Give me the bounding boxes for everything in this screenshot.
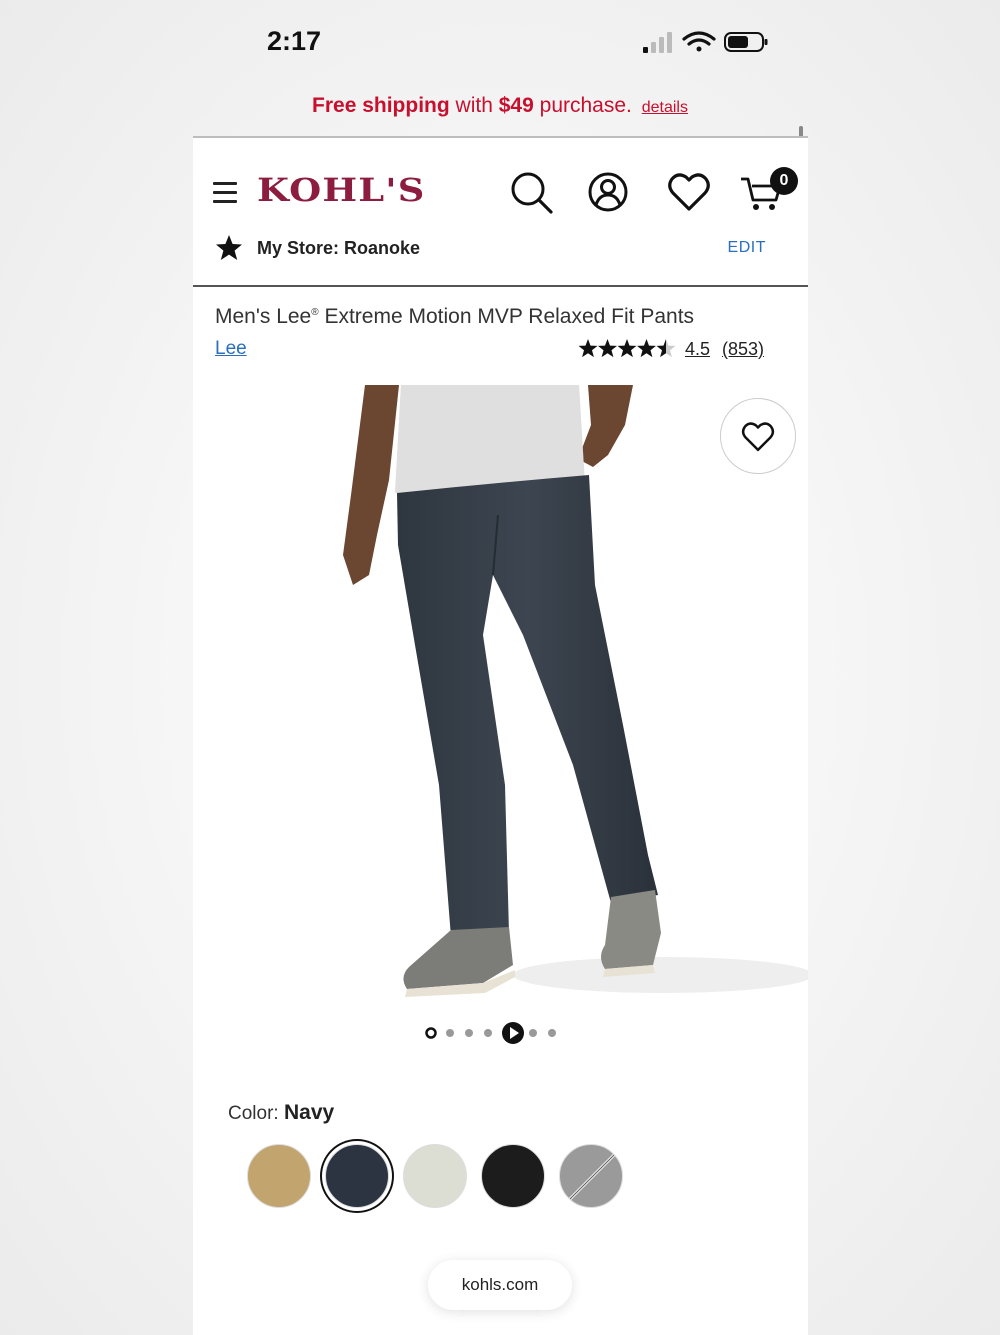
promo-purchase: purchase. xyxy=(539,94,632,117)
product-title: Men's Lee® Extreme Motion MVP Relaxed Fi… xyxy=(215,305,694,329)
carousel-dot[interactable] xyxy=(446,1029,454,1037)
browser-url-bar[interactable]: kohls.com xyxy=(428,1260,572,1310)
brand-link[interactable]: Lee xyxy=(215,338,247,360)
cart-count-badge: 0 xyxy=(770,167,798,195)
menu-icon[interactable] xyxy=(213,182,237,203)
heart-icon xyxy=(741,422,775,452)
color-label: Color: Navy xyxy=(228,1101,334,1125)
site-header: KOHL'S xyxy=(193,166,808,222)
header-divider xyxy=(193,285,808,287)
account-icon[interactable] xyxy=(584,168,632,216)
color-swatch-gray-unavailable[interactable] xyxy=(559,1144,623,1208)
product-image[interactable] xyxy=(193,385,808,1005)
page-content: KOHL'S 0 My Store: Roanoke EDIT Men's Le… xyxy=(193,136,808,1335)
rating-star xyxy=(617,339,637,358)
color-selected-name: Navy xyxy=(283,1101,335,1124)
registered-mark: ® xyxy=(311,307,319,318)
carousel-dot[interactable] xyxy=(484,1029,492,1037)
rating-star xyxy=(578,339,598,358)
status-icons xyxy=(643,31,768,53)
color-swatch-navy[interactable] xyxy=(325,1144,389,1208)
battery-icon xyxy=(724,32,768,52)
kohls-logo[interactable]: KOHL'S xyxy=(257,171,425,209)
store-edit-link[interactable]: EDIT xyxy=(728,239,766,257)
color-swatch-stone[interactable] xyxy=(403,1144,467,1208)
carousel-dot[interactable] xyxy=(465,1029,473,1037)
rating-star xyxy=(637,339,656,358)
my-store-label: My Store: Roanoke xyxy=(257,238,421,258)
search-icon[interactable] xyxy=(507,168,555,216)
carousel-dot[interactable] xyxy=(548,1029,556,1037)
promo-with: with xyxy=(455,94,493,117)
color-swatch-black[interactable] xyxy=(481,1144,545,1208)
cellular-signal-icon xyxy=(643,32,672,53)
rating-stars[interactable] xyxy=(578,338,678,360)
status-time: 2:17 xyxy=(267,26,322,56)
wishlist-icon[interactable] xyxy=(665,168,713,216)
rating-value[interactable]: 4.5 xyxy=(685,339,710,360)
star-icon xyxy=(216,235,242,260)
product-title-brand: Men's Lee xyxy=(215,305,312,328)
color-swatch-khaki[interactable] xyxy=(247,1144,311,1208)
promo-details-link[interactable]: details xyxy=(642,99,688,116)
promo-free-shipping: Free shipping xyxy=(312,94,450,117)
carousel-video-dot[interactable] xyxy=(502,1022,524,1044)
product-title-rest: Extreme Motion MVP Relaxed Fit Pants xyxy=(318,305,695,328)
carousel-dot[interactable] xyxy=(425,1027,437,1039)
rating-star xyxy=(656,339,676,358)
review-count[interactable]: (853) xyxy=(722,339,764,360)
promo-banner: Free shipping with $49 purchase. details xyxy=(0,94,1000,118)
carousel-dot[interactable] xyxy=(529,1029,537,1037)
wifi-icon xyxy=(682,31,716,52)
my-store-row: My Store: Roanoke EDIT xyxy=(193,234,808,264)
add-to-wishlist-button[interactable] xyxy=(720,398,796,474)
promo-amount: $49 xyxy=(498,94,534,117)
rating-star xyxy=(598,339,617,358)
color-label-prefix: Color: xyxy=(228,1103,279,1124)
unavailable-slash-icon xyxy=(568,1153,616,1201)
carousel-dots[interactable] xyxy=(425,1021,565,1045)
